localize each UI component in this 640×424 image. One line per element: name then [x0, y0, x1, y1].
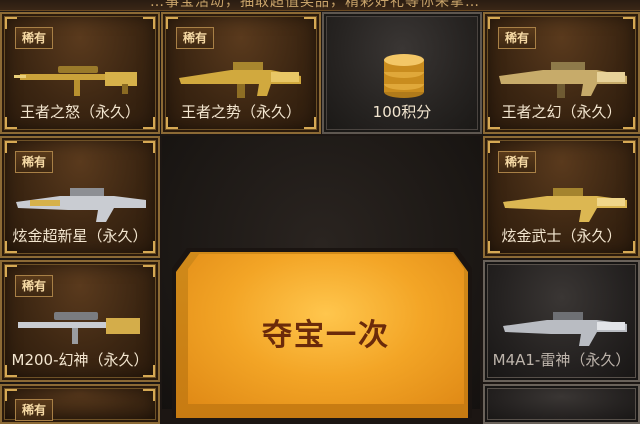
- prize-slot-9[interactable]: 稀有: [0, 384, 160, 424]
- assault-rifle-gold-icon: [499, 62, 627, 98]
- prize-slot-3[interactable]: 100积分: [322, 12, 482, 134]
- slot-label: 王者之势（永久）: [180, 103, 301, 121]
- assault-rifle-silver-icon: [16, 188, 146, 222]
- rarity-badge: 稀有: [15, 151, 53, 173]
- rarity-badge: 稀有: [15, 27, 53, 49]
- draw-once-button[interactable]: 夺宝一次: [188, 254, 464, 404]
- draw-once-label: 夺宝一次: [262, 318, 390, 353]
- slot-label: 王者之怒（永久）: [19, 103, 140, 121]
- slot-label: 炫金超新星（永久）: [12, 227, 148, 245]
- slot-label: 炫金武士（永久）: [501, 227, 622, 245]
- sniper-rifle-gold-icon: [18, 312, 140, 344]
- rarity-badge: 稀有: [15, 275, 53, 297]
- coin-stack-icon: [384, 54, 424, 98]
- prize-slot-10[interactable]: [483, 384, 640, 424]
- slot-label: M4A1-雷神（永久）: [492, 351, 631, 369]
- prize-slot-7[interactable]: 稀有 M200-幻神（永久）: [0, 260, 160, 382]
- prize-slot-5[interactable]: 稀有 炫金超新星（永久）: [0, 136, 160, 258]
- assault-rifle-silver-icon: [503, 312, 627, 346]
- header-banner: …事宝活动，抽取超值奖品，精彩好礼等你来拿…: [0, 0, 640, 11]
- slot-label: 王者之幻（永久）: [501, 103, 622, 121]
- assault-rifle-gold-icon: [179, 62, 301, 98]
- rarity-badge: 稀有: [176, 27, 214, 49]
- sniper-rifle-gold-icon: [14, 66, 137, 96]
- prize-slot-8[interactable]: M4A1-雷神（永久）: [483, 260, 640, 382]
- prize-slot-6[interactable]: 稀有 炫金武士（永久）: [483, 136, 640, 258]
- assault-rifle-gold-icon: [503, 188, 627, 222]
- slot-label: M200-幻神（永久）: [11, 351, 149, 369]
- prize-slot-4[interactable]: 稀有 王者之幻（永久）: [483, 12, 640, 134]
- prize-slot-1[interactable]: 稀有 王者之怒（永久）: [0, 12, 160, 134]
- slot-label: 100积分: [372, 103, 432, 121]
- header-text: …事宝活动，抽取超值奖品，精彩好礼等你来拿…: [150, 0, 480, 10]
- prize-slot-2[interactable]: 稀有 王者之势（永久）: [161, 12, 321, 134]
- rarity-badge: 稀有: [498, 151, 536, 173]
- rarity-badge: 稀有: [498, 27, 536, 49]
- rarity-badge: 稀有: [15, 399, 53, 421]
